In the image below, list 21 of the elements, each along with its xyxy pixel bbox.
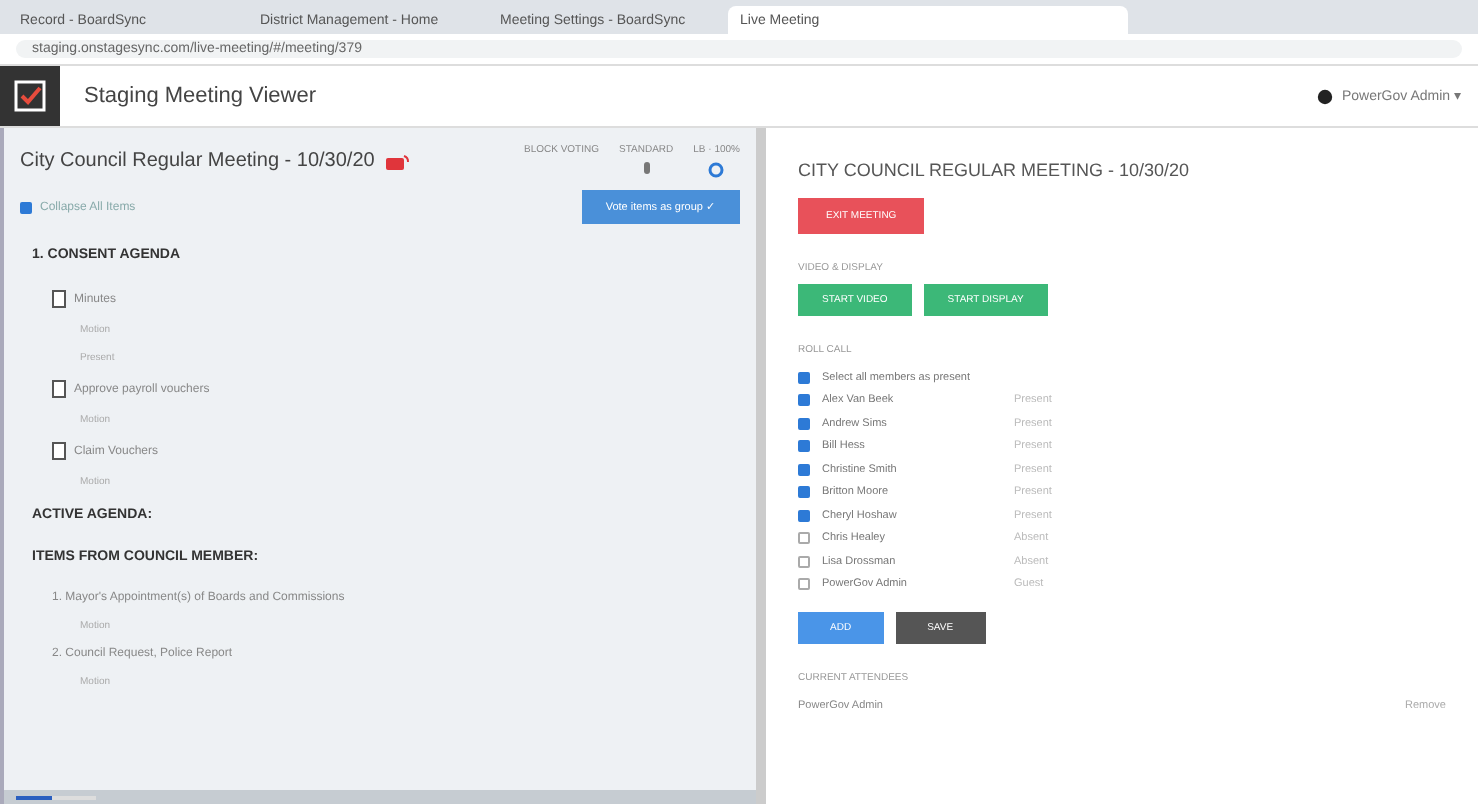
checkbox[interactable] [798, 394, 810, 407]
checkbox[interactable] [20, 201, 32, 213]
checkbox[interactable] [798, 532, 810, 545]
checkbox[interactable] [798, 509, 810, 522]
checkbox[interactable] [798, 578, 810, 591]
document-icon [52, 290, 66, 308]
document-icon [52, 380, 66, 398]
checkbox[interactable] [798, 463, 810, 476]
account-icon[interactable] [1315, 87, 1334, 105]
meeting-title: City Council Regular Meeting - 10/30/20 [20, 150, 375, 172]
checkbox[interactable] [798, 371, 810, 384]
settings-icon[interactable] [708, 162, 725, 178]
document-icon [52, 442, 66, 460]
panel-title: CITY COUNCIL REGULAR MEETING - 10/30/20 [798, 160, 1192, 180]
live-icon [386, 153, 411, 169]
microphone-icon[interactable] [641, 162, 652, 178]
checkbox[interactable] [798, 440, 810, 453]
checkbox[interactable] [798, 486, 810, 499]
app-title: Staging Meeting Viewer [84, 84, 316, 108]
checkbox[interactable] [798, 555, 810, 568]
checkbox[interactable] [798, 417, 810, 430]
